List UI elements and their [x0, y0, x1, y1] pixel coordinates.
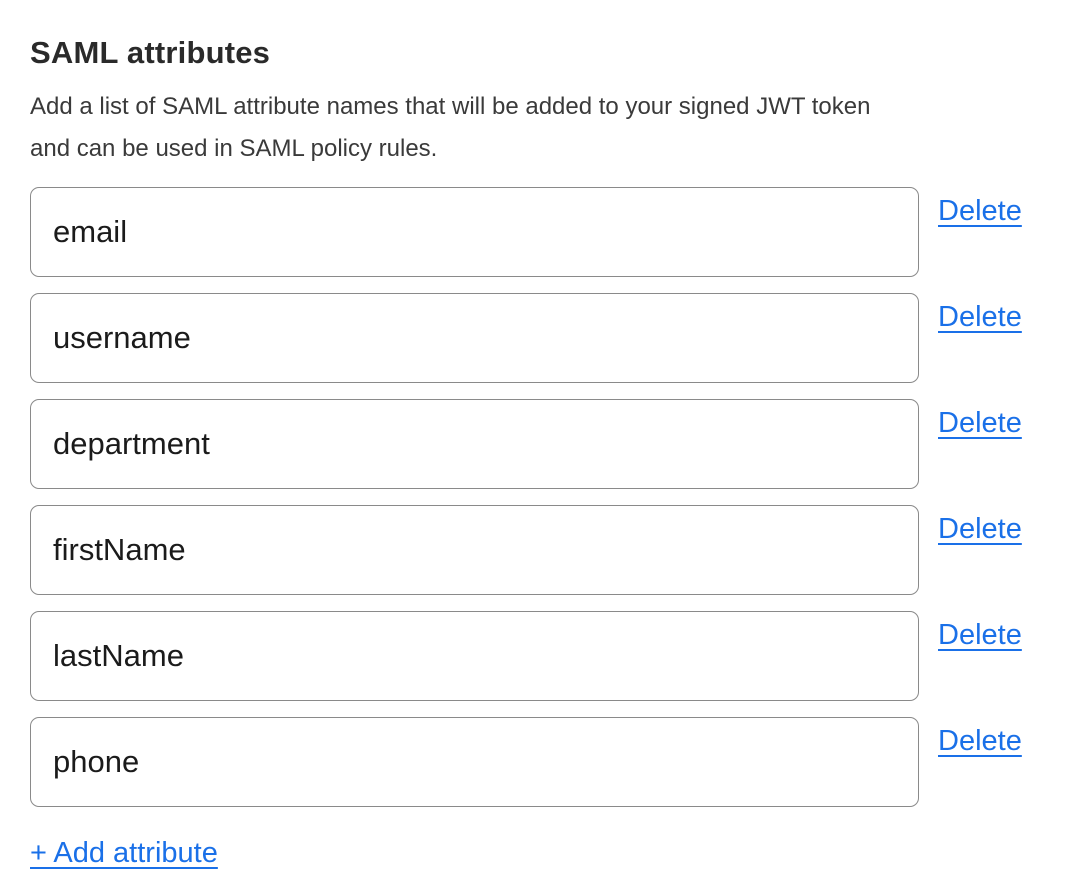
attribute-input-email[interactable] [30, 187, 919, 277]
page-title: SAML attributes [30, 34, 1036, 72]
delete-link[interactable]: Delete [938, 725, 1022, 758]
attribute-row: Delete [30, 717, 1036, 807]
delete-link[interactable]: Delete [938, 619, 1022, 652]
attribute-row: Delete [30, 505, 1036, 595]
delete-link[interactable]: Delete [938, 407, 1022, 440]
delete-link[interactable]: Delete [938, 301, 1022, 334]
attribute-row: Delete [30, 187, 1036, 277]
page-description-line-1: Add a list of SAML attribute names that … [30, 86, 1036, 128]
page-description-line-2: and can be used in SAML policy rules. [30, 128, 1036, 170]
attribute-input-department[interactable] [30, 399, 919, 489]
attribute-row: Delete [30, 399, 1036, 489]
delete-link[interactable]: Delete [938, 195, 1022, 228]
delete-link[interactable]: Delete [938, 513, 1022, 546]
attribute-input-firstname[interactable] [30, 505, 919, 595]
attribute-input-username[interactable] [30, 293, 919, 383]
attribute-row: Delete [30, 293, 1036, 383]
attribute-input-phone[interactable] [30, 717, 919, 807]
saml-attributes-section: SAML attributes Add a list of SAML attri… [0, 0, 1066, 870]
add-attribute-link[interactable]: + Add attribute [30, 837, 218, 870]
attribute-row: Delete [30, 611, 1036, 701]
attribute-input-lastname[interactable] [30, 611, 919, 701]
page-description: Add a list of SAML attribute names that … [30, 86, 1036, 170]
